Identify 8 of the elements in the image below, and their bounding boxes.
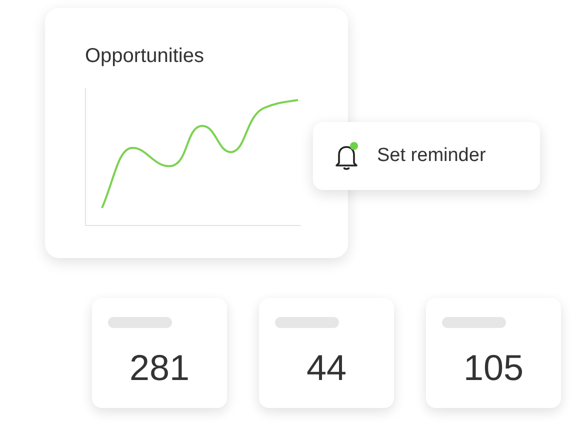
label-placeholder: [275, 317, 339, 328]
card-title: Opportunities: [85, 44, 205, 68]
stat-value: 281: [128, 348, 191, 388]
stat-value: 44: [305, 348, 348, 388]
stat-value: 105: [462, 348, 525, 388]
label-placeholder: [108, 317, 172, 328]
set-reminder-button[interactable]: Set reminder: [313, 122, 540, 190]
label-placeholder: [442, 317, 506, 328]
